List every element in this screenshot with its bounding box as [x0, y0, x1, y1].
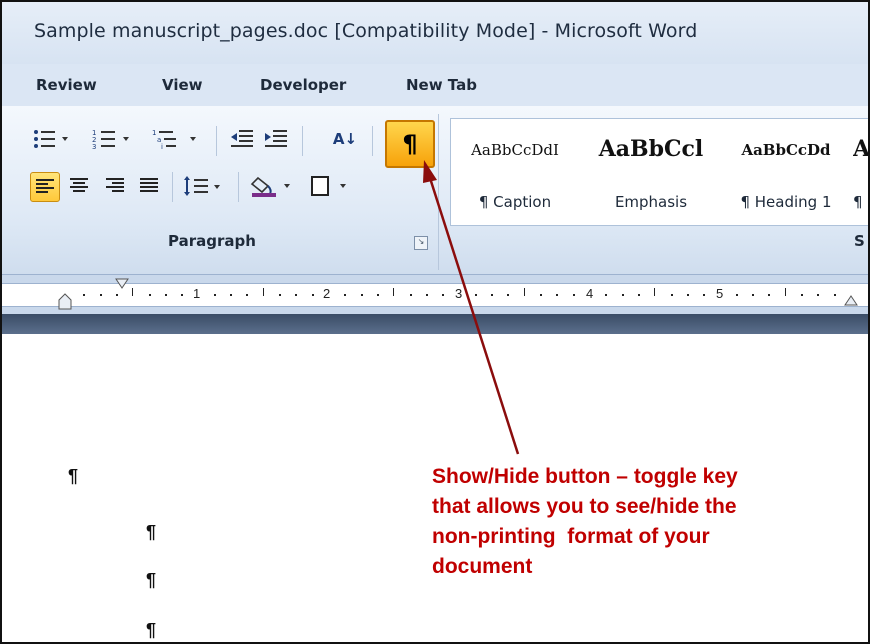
tab-developer[interactable]: Developer	[260, 76, 346, 94]
style-sample: AaBbCcl	[598, 136, 704, 162]
pilcrow-mark: ¶	[146, 522, 157, 542]
align-left-icon[interactable]	[30, 172, 60, 202]
svg-text:1: 1	[152, 129, 156, 137]
separator	[372, 126, 373, 156]
separator	[216, 126, 217, 156]
word-window: Sample manuscript_pages.doc [Compatibili…	[0, 0, 870, 644]
style-name: ¶ Heading 1	[740, 193, 832, 211]
numbering-icon[interactable]: 123	[92, 126, 134, 152]
styles-gallery: AaBbCcDdI ¶ Caption AaBbCcl Emphasis AaB…	[450, 118, 870, 226]
bullets-icon[interactable]	[32, 126, 72, 152]
svg-text:3: 3	[92, 143, 96, 150]
increase-indent-icon[interactable]	[262, 126, 290, 152]
annotation-callout: Show/Hide button – toggle key that allow…	[432, 462, 852, 582]
right-indent-marker	[844, 295, 858, 306]
styles-group-label: S	[854, 232, 865, 250]
style-heading-1[interactable]: AaBbCcDd ¶ Heading 1	[721, 119, 851, 223]
annotation-line: Show/Hide button – toggle key	[432, 465, 738, 488]
pilcrow-mark: ¶	[146, 570, 157, 590]
ribbon: 123 1ai A↓ ¶ Paragraph ↘ AaBbCcDdI ¶ Cap…	[2, 106, 868, 274]
style-name: Emphasis	[614, 193, 688, 211]
separator	[172, 172, 173, 202]
style-sample: AaBbCcDdI	[471, 141, 559, 159]
decrease-indent-icon[interactable]	[228, 126, 256, 152]
style-sample: AaBbCcDd	[741, 141, 831, 159]
style-name: ¶ Caption	[478, 193, 552, 211]
line-spacing-icon[interactable]	[182, 173, 226, 199]
tab-view[interactable]: View	[162, 76, 203, 94]
separator	[302, 126, 303, 156]
annotation-line: non-printing format of your	[432, 525, 710, 548]
group-separator	[438, 114, 439, 270]
left-indent-marker	[58, 293, 72, 310]
svg-text:i: i	[161, 143, 163, 150]
first-line-indent-marker	[115, 278, 129, 289]
multilevel-list-icon[interactable]: 1ai	[152, 126, 202, 152]
justify-icon[interactable]	[136, 173, 162, 199]
pilcrow-mark: ¶	[146, 620, 157, 640]
annotation-line: document	[432, 555, 533, 578]
style-next[interactable]: A ¶	[853, 119, 870, 223]
pilcrow-mark: ¶	[68, 466, 79, 486]
style-sample: A	[853, 136, 870, 162]
ribbon-tabs: Review View Developer New Tab	[2, 64, 868, 107]
tab-new-tab[interactable]: New Tab	[406, 76, 477, 94]
annotation-line: that allows you to see/hide the	[432, 495, 737, 518]
horizontal-ruler[interactable]: 1 2 3 4 5	[2, 274, 868, 315]
title-bar: Sample manuscript_pages.doc [Compatibili…	[2, 2, 868, 64]
borders-icon[interactable]	[308, 173, 354, 199]
show-hide-button[interactable]: ¶	[385, 120, 435, 168]
style-name: ¶	[853, 193, 863, 211]
align-right-icon[interactable]	[102, 173, 128, 199]
paragraph-dialog-launcher-icon[interactable]: ↘	[414, 236, 428, 250]
paragraph-group-label: Paragraph	[168, 232, 256, 250]
style-emphasis[interactable]: AaBbCcl Emphasis	[587, 119, 715, 223]
separator	[238, 172, 239, 202]
shading-icon[interactable]	[250, 173, 298, 199]
indent-markers[interactable]	[2, 275, 868, 315]
sort-icon[interactable]: A↓	[328, 126, 362, 152]
ruler-shadow-bar	[2, 314, 868, 334]
window-title: Sample manuscript_pages.doc [Compatibili…	[34, 20, 698, 42]
tab-review[interactable]: Review	[36, 76, 97, 94]
document-page[interactable]: ¶ ¶ ¶ ¶ Show/Hide button – toggle key th…	[2, 334, 868, 642]
style-caption[interactable]: AaBbCcDdI ¶ Caption	[451, 119, 579, 223]
center-icon[interactable]	[66, 173, 92, 199]
